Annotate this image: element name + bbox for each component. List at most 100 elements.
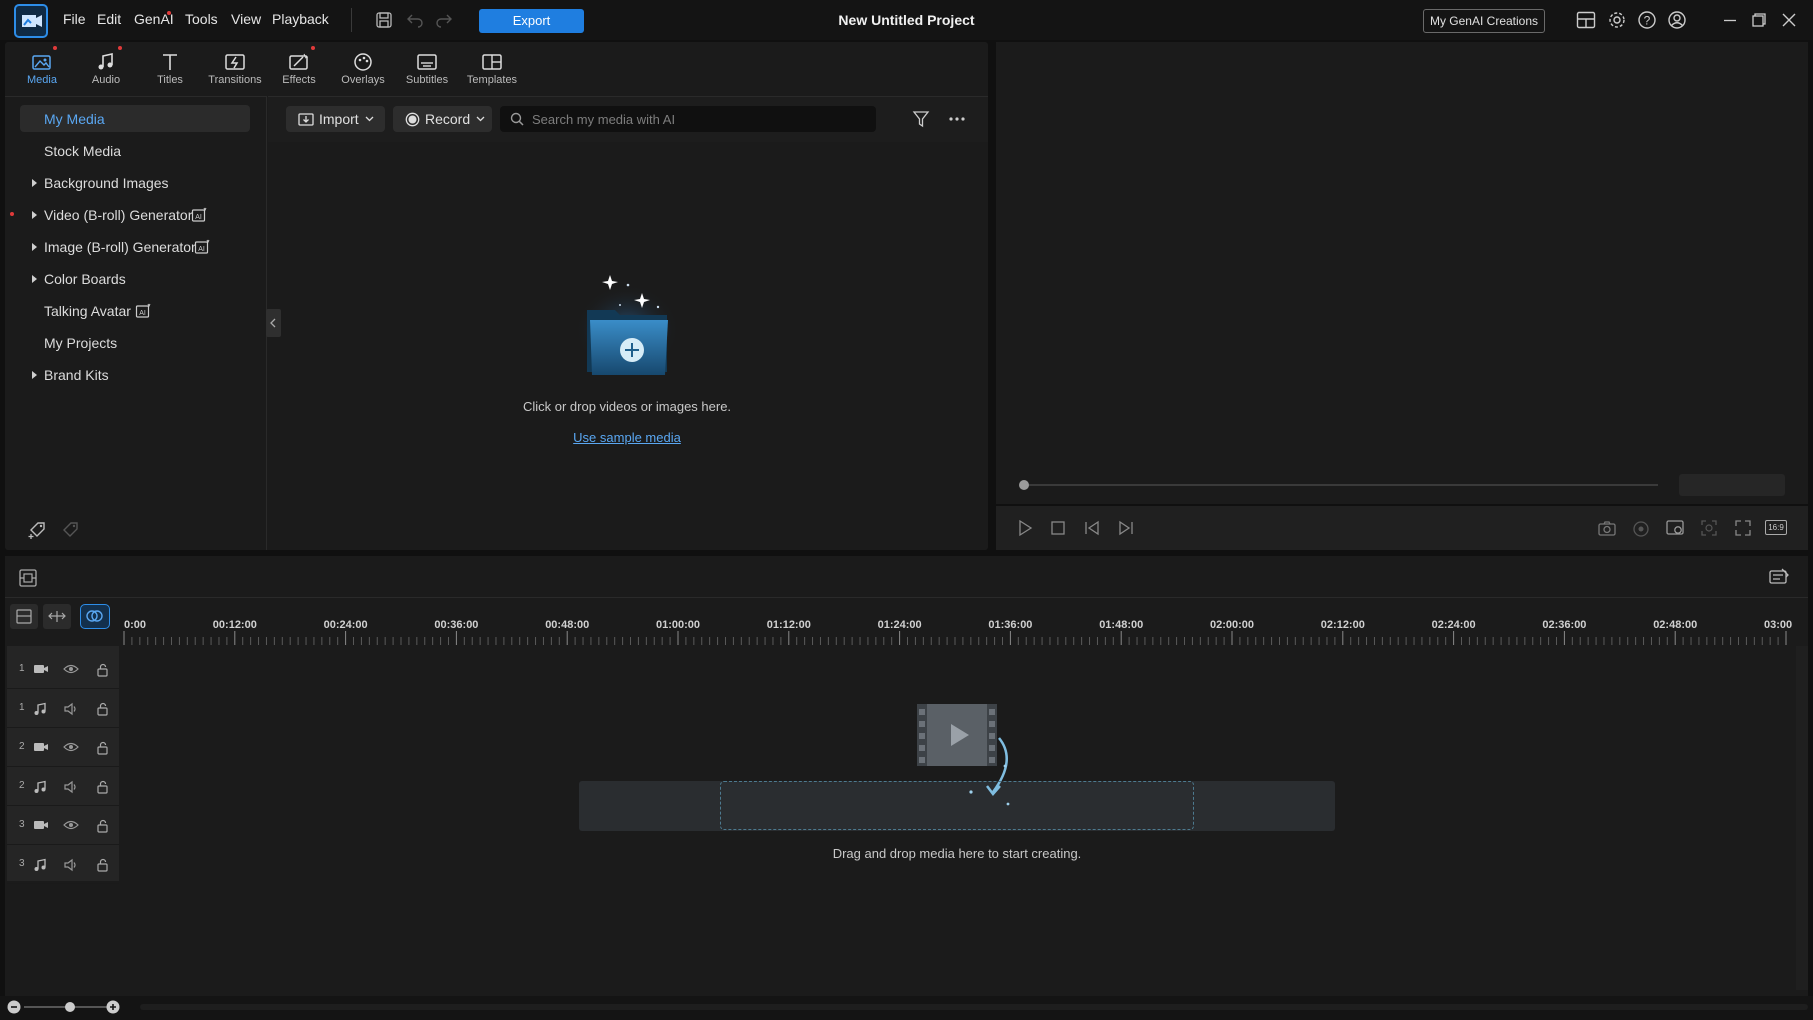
- track-number: 1: [19, 663, 25, 674]
- zoom-in-icon[interactable]: [105, 999, 121, 1015]
- more-options-icon[interactable]: [948, 116, 966, 122]
- remove-tag-icon[interactable]: [61, 520, 81, 540]
- previous-frame-icon[interactable]: [1083, 519, 1101, 537]
- preview-settings-icon[interactable]: [1665, 519, 1685, 537]
- import-button[interactable]: Import: [286, 106, 385, 132]
- sidebar-item-my-media[interactable]: My Media: [44, 111, 105, 127]
- zoom-slider-handle[interactable]: [65, 1002, 75, 1012]
- aspect-ratio-button[interactable]: 16:9: [1765, 520, 1787, 535]
- sidebar-item-image-generator[interactable]: Image (B-roll) Generator: [44, 239, 196, 255]
- sidebar-item-talking-avatar[interactable]: Talking Avatar: [44, 303, 131, 319]
- quality-icon[interactable]: [1632, 520, 1650, 538]
- unlock-icon[interactable]: [96, 741, 110, 755]
- search-box[interactable]: [500, 106, 876, 132]
- track-row-audio[interactable]: 3: [7, 846, 119, 884]
- stop-icon[interactable]: [1050, 520, 1066, 536]
- menu-edit[interactable]: Edit: [97, 11, 121, 27]
- subtitles-icon: [394, 50, 460, 74]
- record-button[interactable]: Record: [393, 106, 492, 132]
- add-track-button[interactable]: [10, 604, 38, 629]
- tab-overlays[interactable]: Overlays: [330, 50, 396, 86]
- drop-zone[interactable]: [720, 781, 1194, 830]
- expand-triangle-icon[interactable]: [32, 211, 37, 219]
- track-row-audio[interactable]: 2: [7, 768, 119, 806]
- timeline-horizontal-scrollbar[interactable]: [140, 1004, 1808, 1010]
- fullscreen-icon[interactable]: [1734, 519, 1752, 537]
- layout-icon[interactable]: [1576, 11, 1596, 29]
- unlock-icon[interactable]: [96, 780, 110, 794]
- close-icon[interactable]: [1781, 12, 1797, 28]
- audio-notification-dot: [118, 46, 122, 50]
- expand-triangle-icon[interactable]: [32, 275, 37, 283]
- timeline-settings-icon[interactable]: [1768, 567, 1790, 587]
- sidebar-item-brand-kits[interactable]: Brand Kits: [44, 367, 109, 383]
- save-icon[interactable]: [375, 11, 393, 29]
- account-icon[interactable]: [1667, 10, 1687, 30]
- tab-subtitles[interactable]: Subtitles: [394, 50, 460, 86]
- speaker-icon[interactable]: [63, 780, 79, 794]
- minimize-icon[interactable]: [1722, 12, 1738, 28]
- preview-scrubber-handle[interactable]: [1019, 480, 1029, 490]
- eye-icon[interactable]: [63, 741, 79, 753]
- track-row-video[interactable]: 2: [7, 729, 119, 767]
- eye-icon[interactable]: [63, 663, 79, 675]
- sidebar-item-video-generator[interactable]: Video (B-roll) Generator: [44, 207, 192, 223]
- my-genai-creations-button[interactable]: My GenAI Creations: [1423, 9, 1545, 33]
- unlock-icon[interactable]: [96, 819, 110, 833]
- help-icon[interactable]: ?: [1637, 10, 1657, 30]
- sidebar-item-background-images[interactable]: Background Images: [44, 175, 169, 191]
- zoom-out-icon[interactable]: [6, 999, 22, 1015]
- redo-icon[interactable]: [435, 12, 453, 28]
- speaker-icon[interactable]: [63, 702, 79, 716]
- menu-tools[interactable]: Tools: [185, 11, 218, 27]
- next-frame-icon[interactable]: [1117, 519, 1135, 537]
- add-tag-icon[interactable]: [28, 520, 48, 540]
- tab-transitions[interactable]: Transitions: [201, 50, 269, 86]
- preview-screen[interactable]: [996, 42, 1808, 504]
- eye-icon[interactable]: [63, 819, 79, 831]
- unlock-icon[interactable]: [96, 702, 110, 716]
- magnetic-link-button[interactable]: [80, 604, 110, 629]
- use-sample-media-link[interactable]: Use sample media: [560, 430, 694, 445]
- play-icon[interactable]: [1016, 519, 1034, 537]
- sidebar-item-my-projects[interactable]: My Projects: [44, 335, 117, 351]
- audio-mixer-button[interactable]: [43, 604, 71, 629]
- timeline-ruler[interactable]: [121, 612, 1791, 646]
- timeline-vertical-scrollbar[interactable]: [1796, 646, 1808, 990]
- unlock-icon[interactable]: [96, 663, 110, 677]
- export-button[interactable]: Export: [479, 9, 584, 33]
- sidebar-item-color-boards[interactable]: Color Boards: [44, 271, 126, 287]
- video-generator-notification-dot: [10, 212, 14, 216]
- undo-icon[interactable]: [406, 12, 424, 28]
- tab-templates[interactable]: Templates: [459, 50, 525, 86]
- tab-media[interactable]: Media: [9, 50, 75, 86]
- snapshot-icon[interactable]: [1597, 519, 1617, 537]
- search-input[interactable]: [532, 111, 852, 127]
- timeline-tools-icon[interactable]: [18, 568, 38, 588]
- track-row-video[interactable]: 3: [7, 807, 119, 845]
- expand-triangle-icon[interactable]: [32, 243, 37, 251]
- restore-icon[interactable]: [1751, 12, 1767, 28]
- menu-playback[interactable]: Playback: [272, 11, 329, 27]
- speaker-icon[interactable]: [63, 858, 79, 872]
- empty-media-folder-icon[interactable]: [570, 265, 685, 380]
- tab-effects[interactable]: Effects: [266, 50, 332, 86]
- app-logo[interactable]: [14, 4, 48, 38]
- expand-triangle-icon[interactable]: [32, 179, 37, 187]
- preview-scrubber-track[interactable]: [1023, 484, 1658, 486]
- zoom-fit-icon[interactable]: [1700, 519, 1718, 537]
- menu-view[interactable]: View: [231, 11, 261, 27]
- tab-titles[interactable]: Titles: [137, 50, 203, 86]
- ruler-time-label: 00:12:00: [212, 619, 257, 631]
- unlock-icon[interactable]: [96, 858, 110, 872]
- expand-triangle-icon[interactable]: [32, 371, 37, 379]
- sidebar-item-stock-media[interactable]: Stock Media: [44, 143, 121, 159]
- track-row-video[interactable]: 1: [7, 651, 119, 689]
- gear-icon[interactable]: [1607, 10, 1627, 30]
- collapse-sidebar-handle[interactable]: [266, 309, 281, 337]
- filter-icon[interactable]: [912, 110, 930, 128]
- track-row-audio[interactable]: 1: [7, 690, 119, 728]
- menu-file[interactable]: File: [63, 11, 86, 27]
- tab-audio[interactable]: Audio: [73, 50, 139, 86]
- drop-zone-message: Drag and drop media here to start creati…: [832, 846, 1082, 861]
